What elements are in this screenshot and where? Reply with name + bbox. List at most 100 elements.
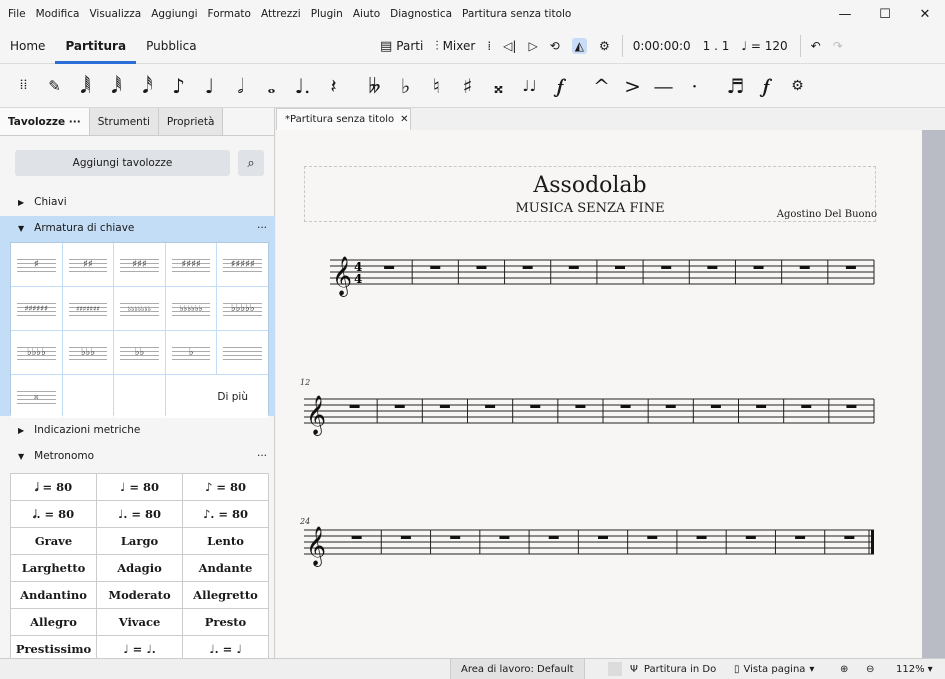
64th-note-icon[interactable]: 𝅘𝅥𝅲 bbox=[70, 74, 101, 98]
keysig-cell[interactable]: ♭ bbox=[165, 331, 217, 374]
32nd-note-icon[interactable]: 𝅘𝅥𝅱 bbox=[101, 74, 132, 98]
menu-help[interactable]: Aiuto bbox=[353, 8, 380, 20]
keysig-cell[interactable]: ♯♯♯♯ bbox=[165, 243, 217, 286]
add-palettes-button[interactable]: Aggiungi tavolozze bbox=[15, 150, 230, 176]
double-sharp-icon[interactable]: 𝄪 bbox=[483, 74, 514, 98]
keysig-cell[interactable]: ♭♭♭♭♭♭ bbox=[165, 287, 217, 330]
keysig-cell[interactable]: ♯ bbox=[11, 243, 62, 286]
menu-diagnostics[interactable]: Diagnostica bbox=[390, 8, 452, 20]
section-timesig[interactable]: ▶ Indicazioni metriche bbox=[0, 418, 275, 442]
tie-icon[interactable]: ♩♩ bbox=[514, 77, 545, 95]
more-options-icon[interactable]: ··· bbox=[257, 222, 267, 234]
menu-plugins[interactable]: Plugin bbox=[311, 8, 343, 20]
note-input-pencil-icon[interactable]: ✎ bbox=[39, 77, 70, 95]
slur-icon[interactable]: 𝆑 bbox=[545, 74, 576, 98]
metronome-cell[interactable]: ♩. = 80 bbox=[97, 501, 182, 527]
section-clefs[interactable]: ▶ Chiavi bbox=[0, 190, 275, 214]
view-mode-selector[interactable]: ▯ Vista pagina ▾ bbox=[724, 659, 824, 679]
metronome-cell[interactable]: ♩ = 80 bbox=[97, 474, 182, 500]
loop-icon[interactable]: ⟲ bbox=[550, 39, 560, 53]
metronome-cell[interactable]: Grave bbox=[11, 528, 96, 554]
menu-tools[interactable]: Attrezzi bbox=[261, 8, 301, 20]
keysig-cell[interactable]: ♭♭♭♭♭♭♭ bbox=[114, 287, 165, 330]
zoom-out-icon[interactable]: ⊖ bbox=[856, 659, 884, 679]
rest-icon[interactable]: 𝄽 bbox=[318, 74, 349, 98]
rewind-icon[interactable]: ◁| bbox=[503, 39, 516, 53]
drag-handle-icon[interactable]: ⁞⁞ bbox=[8, 77, 39, 94]
tab-properties[interactable]: Proprietà bbox=[158, 108, 224, 135]
metronome-cell[interactable]: Vivace bbox=[97, 609, 182, 635]
tab-publish[interactable]: Pubblica bbox=[136, 28, 206, 64]
metronome-cell[interactable]: Andante bbox=[183, 555, 268, 581]
marcato-icon[interactable]: ^ bbox=[586, 74, 617, 98]
flat-icon[interactable]: ♭ bbox=[390, 74, 421, 98]
workspace-selector[interactable]: Area di lavoro: Default bbox=[450, 658, 585, 679]
play-icon[interactable]: ▷ bbox=[528, 39, 537, 53]
keysig-cell[interactable]: ♭♭ bbox=[114, 331, 165, 374]
dotted-note-icon[interactable]: ♩. bbox=[287, 74, 318, 98]
keysig-cell[interactable]: ♭♭♭ bbox=[62, 331, 114, 374]
menu-view[interactable]: Visualizza bbox=[89, 8, 141, 20]
close-tab-icon[interactable]: ✕ bbox=[400, 114, 408, 125]
metronome-cell[interactable]: Adagio bbox=[97, 555, 182, 581]
keysig-cell[interactable]: 𝄪 bbox=[11, 375, 62, 418]
search-icon[interactable]: ⌕ bbox=[238, 150, 264, 176]
document-tab[interactable]: *Partitura senza titolo ✕ bbox=[276, 108, 411, 130]
half-note-icon[interactable]: 𝅗𝅥 bbox=[225, 74, 256, 98]
tuplet-icon[interactable]: ♬ bbox=[720, 74, 751, 98]
sharp-icon[interactable]: ♯ bbox=[452, 74, 483, 98]
concert-pitch-toggle[interactable]: Ψ Partitura in Do bbox=[598, 659, 726, 679]
zoom-selector[interactable]: 112% ▾ bbox=[886, 659, 943, 679]
accent-icon[interactable]: > bbox=[617, 74, 648, 98]
tab-palettes[interactable]: Tavolozze ··· bbox=[0, 108, 90, 135]
metronome-cell[interactable]: 𝅗𝅥. = 80 bbox=[11, 501, 96, 527]
metronome-cell[interactable]: Lento bbox=[183, 528, 268, 554]
vertical-scrollbar[interactable] bbox=[922, 130, 945, 658]
minimize-button[interactable]: — bbox=[825, 0, 865, 28]
menu-file[interactable]: File bbox=[8, 8, 26, 20]
metronome-cell[interactable]: Moderato bbox=[97, 582, 182, 608]
toolbar-settings-icon[interactable]: ⚙ bbox=[782, 78, 813, 94]
keysig-cell[interactable]: ♯♯♯♯♯♯ bbox=[11, 287, 62, 330]
staccato-icon[interactable]: · bbox=[679, 74, 710, 98]
metronome-cell[interactable]: Allegro bbox=[11, 609, 96, 635]
drag-handle-icon[interactable]: ⁞ bbox=[487, 39, 491, 53]
metronome-cell[interactable]: ♪ = 80 bbox=[183, 474, 268, 500]
tab-instruments[interactable]: Strumenti bbox=[89, 108, 159, 135]
keysig-cell[interactable]: ♯♯♯♯♯♯♯ bbox=[62, 287, 114, 330]
playback-settings-icon[interactable]: ⚙ bbox=[599, 39, 610, 53]
zoom-in-icon[interactable]: ⊕ bbox=[830, 659, 858, 679]
metronome-cell[interactable]: 𝅗𝅥 = 80 bbox=[11, 474, 96, 500]
maximize-button[interactable]: ☐ bbox=[865, 0, 905, 28]
score-view[interactable]: Assodolab MUSICA SENZA FINE Agostino Del… bbox=[276, 130, 922, 658]
natural-icon[interactable]: ♮ bbox=[421, 74, 452, 98]
16th-note-icon[interactable]: 𝅘𝅥𝅰 bbox=[132, 74, 163, 98]
menu-edit[interactable]: Modifica bbox=[36, 8, 80, 20]
metronome-cell[interactable]: Largo bbox=[97, 528, 182, 554]
keysig-cell[interactable]: ♭♭♭♭♭ bbox=[217, 287, 268, 330]
metronome-icon[interactable]: ◭ bbox=[571, 38, 587, 54]
metronome-cell[interactable]: Andantino bbox=[11, 582, 96, 608]
section-metronome[interactable]: ▼ Metronomo ··· bbox=[0, 444, 275, 468]
tab-score[interactable]: Partitura bbox=[55, 28, 137, 64]
flip-direction-icon[interactable]: 𝆑 bbox=[751, 74, 782, 98]
undo-icon[interactable]: ↶ bbox=[811, 39, 821, 53]
double-flat-icon[interactable]: 𝄫 bbox=[359, 74, 390, 98]
keysig-cell[interactable]: ♯♯♯♯♯ bbox=[217, 243, 268, 286]
mixer-button[interactable]: ⫶ Mixer bbox=[435, 39, 475, 54]
close-button[interactable]: ✕ bbox=[905, 0, 945, 28]
keysig-cell[interactable]: ♯♯ bbox=[62, 243, 114, 286]
keysig-cell[interactable]: ♭♭♭♭ bbox=[11, 331, 62, 374]
tenuto-icon[interactable]: — bbox=[648, 74, 679, 98]
more-keysigs-button[interactable]: Di più bbox=[165, 375, 268, 418]
more-options-icon[interactable]: ··· bbox=[257, 450, 267, 462]
quarter-note-icon[interactable]: ♩ bbox=[194, 74, 225, 98]
redo-icon[interactable]: ↷ bbox=[833, 39, 843, 53]
keysig-cell[interactable]: ♯♯♯ bbox=[114, 243, 165, 286]
metronome-cell[interactable]: ♪. = 80 bbox=[183, 501, 268, 527]
whole-note-icon[interactable]: 𝅝 bbox=[256, 74, 287, 98]
metronome-cell[interactable]: Allegretto bbox=[183, 582, 268, 608]
metronome-cell[interactable]: Larghetto bbox=[11, 555, 96, 581]
tab-home[interactable]: Home bbox=[0, 28, 55, 64]
parts-button[interactable]: ▤ Parti bbox=[380, 39, 423, 54]
